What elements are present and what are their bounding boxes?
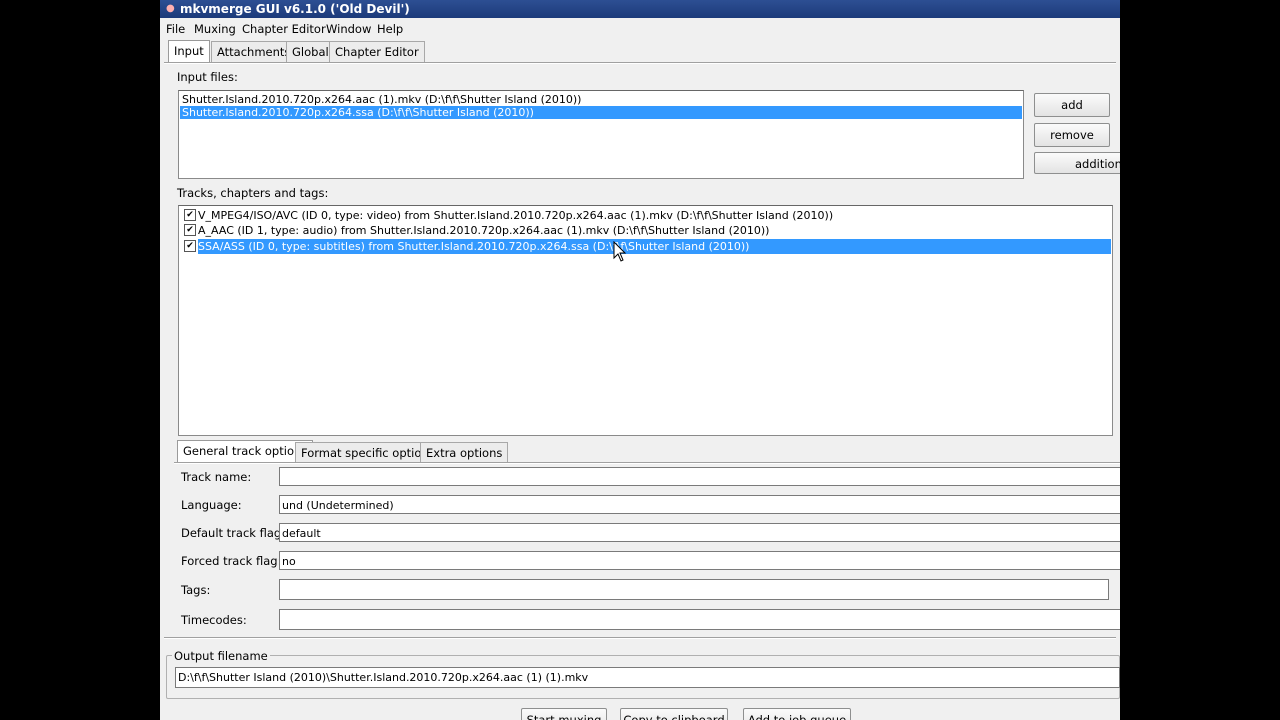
- mouse-cursor-icon: [613, 241, 627, 262]
- track-name-label: Track name:: [181, 470, 252, 484]
- title-bar: ● mkvmerge GUI v6.1.0 ('Old Devil'): [160, 0, 1120, 18]
- track-row-video[interactable]: ✔ V_MPEG4/ISO/AVC (ID 0, type: video) fr…: [180, 208, 1111, 223]
- input-file-item[interactable]: Shutter.Island.2010.720p.x264.aac (1).mk…: [180, 93, 1022, 106]
- track-name-input[interactable]: [279, 467, 1120, 486]
- tags-label: Tags:: [181, 583, 211, 597]
- forced-track-flag-label: Forced track flag:: [181, 554, 282, 568]
- tab-chapter-editor[interactable]: Chapter Editor: [329, 41, 425, 62]
- menu-window[interactable]: Window: [326, 22, 371, 36]
- track-row-audio[interactable]: ✔ A_AAC (ID 1, type: audio) from Shutter…: [180, 223, 1111, 238]
- add-button[interactable]: add: [1034, 93, 1110, 117]
- menu-bar: File Muxing Chapter Editor Window Help: [160, 19, 1120, 39]
- input-files-list[interactable]: Shutter.Island.2010.720p.x264.aac (1).mk…: [178, 90, 1024, 179]
- tab-separator: [164, 62, 1116, 64]
- start-muxing-button[interactable]: Start muxing: [521, 708, 607, 720]
- tab-general-track-options[interactable]: General track options: [177, 440, 314, 462]
- output-filename-input[interactable]: D:\f\f\Shutter Island (2010)\Shutter.Isl…: [175, 667, 1120, 688]
- section-separator: [164, 637, 1116, 639]
- menu-file[interactable]: File: [166, 22, 185, 36]
- track-text: V_MPEG4/ISO/AVC (ID 0, type: video) from…: [198, 209, 834, 222]
- additional-parts-button[interactable]: additiona: [1034, 152, 1120, 174]
- forced-track-flag-select[interactable]: no: [279, 551, 1120, 570]
- output-filename-label: Output filename: [172, 649, 270, 663]
- tab-input[interactable]: Input: [168, 40, 210, 62]
- default-track-flag-label: Default track flag:: [181, 526, 286, 540]
- track-checkbox[interactable]: ✔: [184, 209, 196, 221]
- tracks-list[interactable]: ✔ V_MPEG4/ISO/AVC (ID 0, type: video) fr…: [178, 205, 1113, 436]
- menu-chapter-editor[interactable]: Chapter Editor: [242, 22, 326, 36]
- language-select[interactable]: und (Undetermined): [279, 495, 1120, 514]
- app-window: ● mkvmerge GUI v6.1.0 ('Old Devil') File…: [160, 0, 1120, 720]
- track-text: A_AAC (ID 1, type: audio) from Shutter.I…: [198, 224, 770, 237]
- menu-help[interactable]: Help: [377, 22, 403, 36]
- track-text: SSA/ASS (ID 0, type: subtitles) from Shu…: [198, 239, 1111, 254]
- add-to-job-queue-button[interactable]: Add to job queue: [743, 708, 851, 720]
- input-file-item-selected[interactable]: Shutter.Island.2010.720p.x264.ssa (D:\f\…: [180, 106, 1022, 119]
- tags-input[interactable]: [279, 579, 1109, 600]
- default-track-flag-select[interactable]: default: [279, 523, 1120, 542]
- tab-attachments[interactable]: Attachments: [211, 41, 297, 62]
- track-row-subtitles[interactable]: ✔ SSA/ASS (ID 0, type: subtitles) from S…: [180, 239, 1111, 254]
- tab-format-specific-options[interactable]: Format specific options: [295, 442, 441, 463]
- menu-muxing[interactable]: Muxing: [194, 22, 236, 36]
- track-checkbox[interactable]: ✔: [184, 224, 196, 236]
- language-label: Language:: [181, 498, 242, 512]
- tab-extra-options[interactable]: Extra options: [420, 442, 509, 463]
- copy-to-clipboard-button[interactable]: Copy to clipboard: [620, 708, 728, 720]
- track-checkbox[interactable]: ✔: [184, 240, 196, 252]
- input-files-label: Input files:: [177, 70, 238, 84]
- options-tab-separator: [174, 462, 1120, 464]
- window-title: mkvmerge GUI v6.1.0 ('Old Devil'): [180, 2, 410, 16]
- timecodes-label: Timecodes:: [181, 613, 247, 627]
- remove-button[interactable]: remove: [1034, 123, 1110, 147]
- timecodes-input[interactable]: [279, 609, 1120, 630]
- tab-global[interactable]: Global: [286, 41, 335, 62]
- tracks-label: Tracks, chapters and tags:: [177, 186, 329, 200]
- app-icon: ●: [166, 3, 175, 14]
